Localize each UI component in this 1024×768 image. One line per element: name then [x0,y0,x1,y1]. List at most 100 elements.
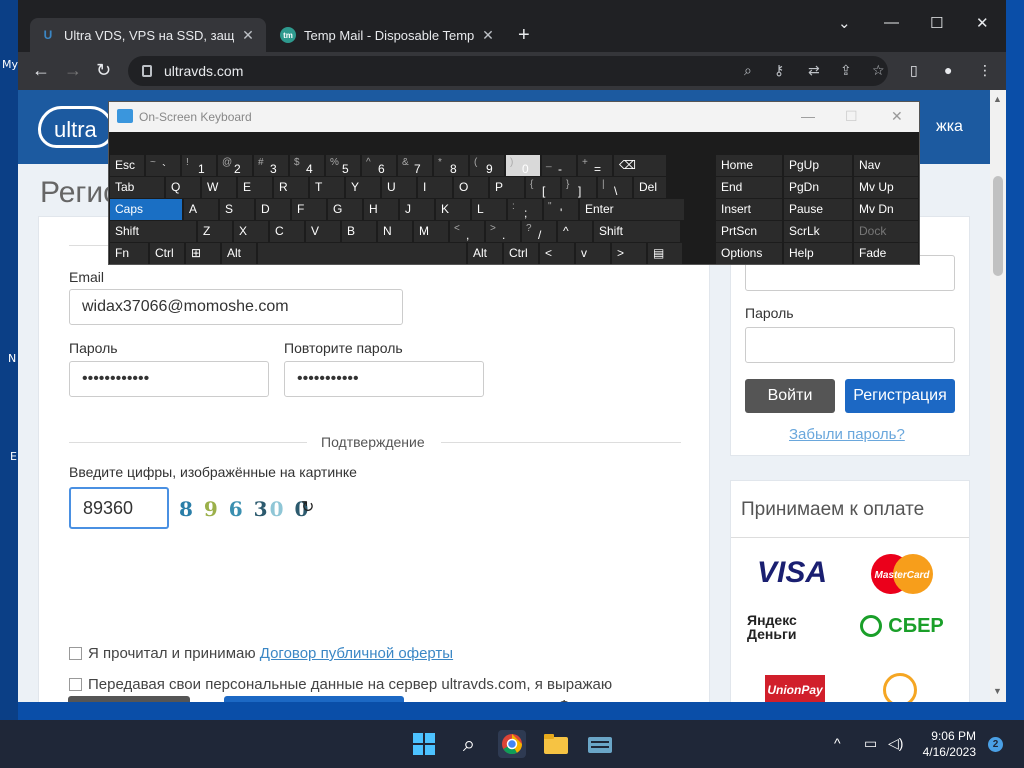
forward-button[interactable]: → [64,60,82,81]
scroll-down-icon[interactable]: ▼ [993,686,1002,696]
osk-key-pgup[interactable]: PgUp [784,155,852,176]
osk-key-[[interactable]: {[ [526,177,560,198]
osk-key-j[interactable]: J [400,199,434,220]
osk-key-l[interactable]: L [472,199,506,220]
back-button[interactable]: ← [32,60,50,81]
key-icon[interactable]: ⚷ [774,62,784,79]
osk-key-<[interactable]: < [540,243,574,264]
osk-key-ctrl[interactable]: Ctrl [504,243,538,264]
close-tab-icon[interactable]: ✕ [240,27,256,44]
osk-key-3[interactable]: #3 [254,155,288,176]
notification-badge[interactable]: 2 [988,737,1003,752]
osk-key-=[interactable]: + = [578,155,612,176]
osk-key-'[interactable]: " ' [544,199,578,220]
osk-key-⌫[interactable]: ⌫ [614,155,666,176]
osk-key-end[interactable]: End [716,177,782,198]
osk-key-▤[interactable]: ▤ [648,243,682,264]
osk-key-w[interactable]: W [202,177,236,198]
osk-key-help[interactable]: Help [784,243,852,264]
osk-key-c[interactable]: C [270,221,304,242]
back-button-partial[interactable] [68,696,190,702]
system-clock[interactable]: 9:06 PM 4/16/2023 [910,728,976,760]
osk-key-fade[interactable]: Fade [854,243,918,264]
refresh-captcha-icon[interactable]: ↻ [301,497,314,517]
osk-key-options[interactable]: Options [716,243,782,264]
osk-key-y[interactable]: Y [346,177,380,198]
agree-offer-checkbox[interactable] [69,647,82,660]
osk-key-2[interactable]: @2 [218,155,252,176]
osk-key-insert[interactable]: Insert [716,199,782,220]
login-button[interactable]: Войти [745,379,835,413]
osk-key--[interactable]: _ - [542,155,576,176]
submit-button-partial[interactable] [224,696,404,702]
osk-key-shift[interactable]: Shift [594,221,680,242]
osk-key-⊞[interactable]: ⊞ [186,243,220,264]
osk-key-\[interactable]: | \ [598,177,632,198]
osk-key-8[interactable]: * 8 [434,155,468,176]
profile-icon[interactable]: ● [944,62,952,78]
ultravds-logo[interactable]: ultra [38,102,116,152]
osk-key-g[interactable]: G [328,199,362,220]
repeat-password-field[interactable]: ••••••••••• [284,361,484,397]
osk-key-dock[interactable]: Dock [854,221,918,242]
osk-titlebar[interactable]: On-Screen Keyboard — ☐ ✕ [109,102,919,132]
maximize-button[interactable]: ☐ [930,14,943,32]
osk-key-7[interactable]: & 7 [398,155,432,176]
email-field[interactable]: widax37066@momoshe.com [69,289,403,325]
osk-minimize-button[interactable]: — [801,108,815,124]
osk-key-shift[interactable]: Shift [110,221,196,242]
osk-key-z[interactable]: Z [198,221,232,242]
osk-key-prtscn[interactable]: PrtScn [716,221,782,242]
network-icon[interactable]: ▭ [864,735,877,752]
osk-key-u[interactable]: U [382,177,416,198]
osk-key-v[interactable]: v [576,243,610,264]
share-icon[interactable]: ⇪ [840,62,852,79]
osk-key-tab[interactable]: Tab [110,177,164,198]
new-tab-button[interactable]: + [518,24,530,47]
page-scrollbar[interactable]: ▲ ▼ [990,90,1006,702]
osk-key-del[interactable]: Del [634,177,666,198]
osk-key-esc[interactable]: Esc [110,155,144,176]
osk-close-button[interactable]: ✕ [891,108,903,125]
osk-key-;[interactable]: :; [508,199,542,220]
osk-key-n[interactable]: N [378,221,412,242]
osk-key-9[interactable]: (9 [470,155,504,176]
osk-key-0[interactable]: ) 0 [506,155,540,176]
osk-key-o[interactable]: O [454,177,488,198]
lock-icon[interactable] [142,65,152,77]
osk-key-space[interactable] [258,243,466,264]
forgot-password-link[interactable]: Забыли пароль? [789,426,905,443]
scroll-up-icon[interactable]: ▲ [993,94,1002,104]
osk-key-f[interactable]: F [292,199,326,220]
osk-key-a[interactable]: A [184,199,218,220]
osk-key->[interactable]: > [612,243,646,264]
translate-icon[interactable]: ⇄ [808,62,820,79]
desktop-icon-label[interactable]: N [8,352,16,365]
osk-key-d[interactable]: D [256,199,290,220]
login-password-field[interactable] [745,327,955,363]
osk-key-b[interactable]: B [342,221,376,242]
osk-key-1[interactable]: ! 1 [182,155,216,176]
osk-key-h[interactable]: H [364,199,398,220]
header-support-link[interactable]: жка [936,118,963,136]
osk-key-p[interactable]: P [490,177,524,198]
desktop-icon-label[interactable]: My [2,58,18,71]
osk-key-r[interactable]: R [274,177,308,198]
tab-tempmail[interactable]: tm Temp Mail - Disposable Tempora ✕ [270,18,506,52]
osk-key-/[interactable]: ? / [522,221,556,242]
side-panel-icon[interactable]: ▯ [910,62,918,79]
search-icon[interactable]: ⌕ [455,730,483,758]
osk-key-fn[interactable]: Fn [110,243,148,264]
osk-key-t[interactable]: T [310,177,344,198]
osk-key-pause[interactable]: Pause [784,199,852,220]
osk-key-nav[interactable]: Nav [854,155,918,176]
volume-icon[interactable]: ◁) [888,735,903,752]
osk-key-][interactable]: }] [562,177,596,198]
osk-key-4[interactable]: $4 [290,155,324,176]
minimize-button[interactable]: — [884,14,899,31]
osk-key-q[interactable]: Q [166,177,200,198]
tray-overflow-icon[interactable]: ^ [834,735,841,751]
close-tab-icon[interactable]: ✕ [480,27,496,44]
osk-key-e[interactable]: E [238,177,272,198]
tab-ultravds[interactable]: U Ultra VDS, VPS на SSD, защита о ✕ [30,18,266,52]
